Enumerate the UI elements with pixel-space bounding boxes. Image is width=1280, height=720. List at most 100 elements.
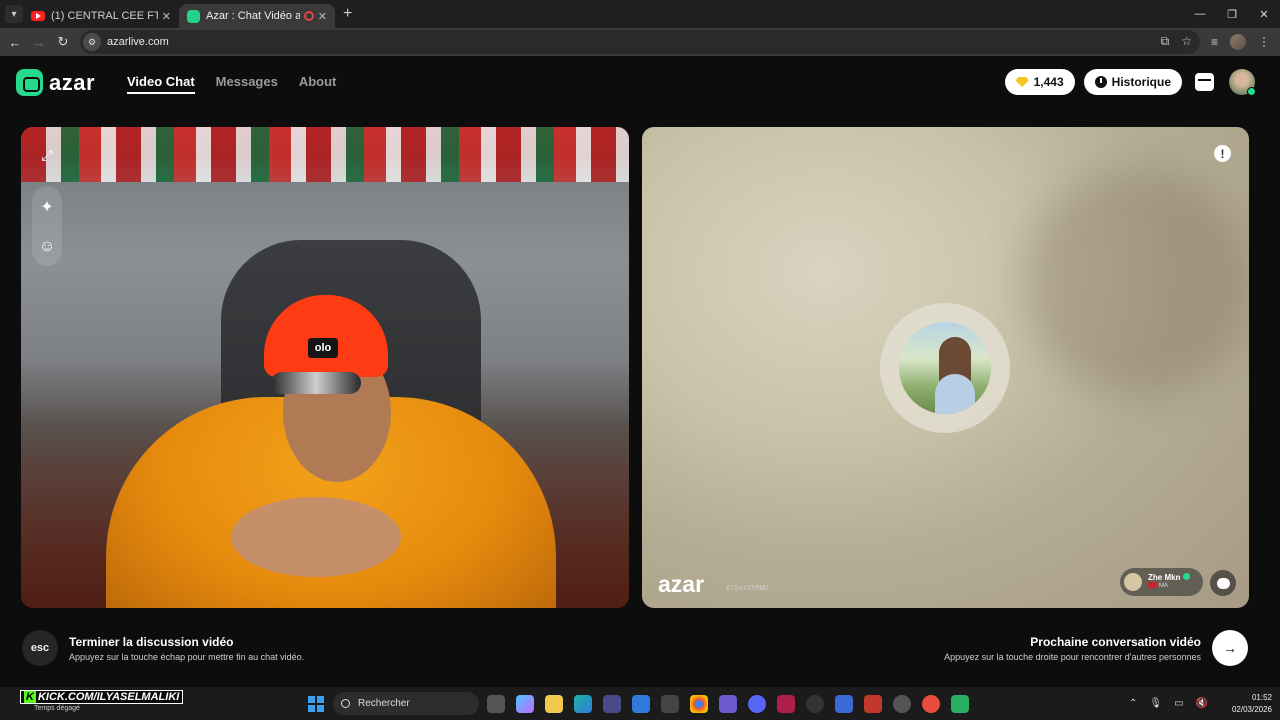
local-video-panel: olo ⤢ ✦ ☺ xyxy=(21,127,629,608)
store-app-icon[interactable] xyxy=(603,695,621,713)
effects-toolbar: ✦ ☺ xyxy=(32,186,62,266)
forward-icon[interactable]: → xyxy=(27,35,51,50)
nav-video-chat[interactable]: Video Chat xyxy=(127,74,195,94)
person-hands xyxy=(231,497,401,577)
task-view-icon[interactable] xyxy=(487,695,505,713)
beanie-tag: olo xyxy=(308,338,338,358)
monitor-icon[interactable]: ▭ xyxy=(1174,698,1183,709)
magic-wand-icon[interactable]: ✦ xyxy=(40,197,53,217)
search-placeholder: Rechercher xyxy=(358,698,410,709)
url-box[interactable]: ⚙ azarlive.com ⧉ ☆ xyxy=(80,30,1200,54)
weather-text[interactable]: Temps dégagé xyxy=(34,705,80,712)
youtube-favicon-icon xyxy=(31,11,45,21)
tray-expand-icon[interactable]: ⌃ xyxy=(1129,698,1137,709)
peer-chip-avatar xyxy=(1124,573,1142,591)
taskbar-search[interactable]: Rechercher xyxy=(333,692,479,715)
history-button[interactable]: Historique xyxy=(1083,69,1182,95)
gems-count: 1,443 xyxy=(1033,75,1064,89)
azar-watermark: azar xyxy=(658,571,705,597)
chrome-icon[interactable] xyxy=(690,695,708,713)
local-video-tools: ⤢ ✦ ☺ xyxy=(32,140,62,266)
edge-icon[interactable] xyxy=(574,695,592,713)
obs-icon[interactable] xyxy=(806,695,824,713)
vpn-icon[interactable] xyxy=(835,695,853,713)
peer-info-chip[interactable]: Zhe Mkn MA xyxy=(1120,568,1203,596)
file-explorer-icon[interactable] xyxy=(545,695,563,713)
tab-youtube[interactable]: (1) CENTRAL CEE FT. LIL BABY - ✕ xyxy=(23,4,179,28)
main-nav: Video Chat Messages About xyxy=(127,74,336,94)
url-text: azarlive.com xyxy=(107,36,169,48)
app-red-icon[interactable] xyxy=(864,695,882,713)
nav-about[interactable]: About xyxy=(299,74,337,94)
tab-title: Azar : Chat Vidéo avec de n xyxy=(206,10,300,22)
peer-country: MA xyxy=(1159,583,1168,589)
app-grey-icon[interactable] xyxy=(893,695,911,713)
next-chat-button[interactable]: → xyxy=(1212,630,1248,666)
install-app-icon[interactable]: ⧉ xyxy=(1161,34,1170,49)
session-id: 675az2tRWU xyxy=(726,584,769,592)
verified-badge-icon xyxy=(1183,573,1191,580)
face-filter-icon[interactable]: ☺ xyxy=(39,238,55,256)
nav-messages[interactable]: Messages xyxy=(216,74,278,94)
next-chat-subtitle: Appuyez sur la touche droite pour rencon… xyxy=(944,652,1201,662)
recording-icon xyxy=(303,11,314,21)
clock-icon xyxy=(1094,76,1107,88)
avatar-dress xyxy=(935,374,975,414)
user-avatar[interactable] xyxy=(1229,69,1256,96)
azar-logo-icon xyxy=(16,69,43,96)
site-info-icon[interactable]: ⚙ xyxy=(83,33,101,51)
profile-avatar[interactable] xyxy=(1230,34,1246,50)
address-bar: ← → ↻ ⚙ azarlive.com ⧉ ☆ ≡ ⋮ xyxy=(0,28,1280,56)
gem-icon xyxy=(1015,77,1029,87)
search-icon xyxy=(341,699,350,708)
maximize-button[interactable]: ❐ xyxy=(1216,0,1248,28)
windows-taskbar: K KICK.COM/ILYASELMALIKI Temps dégagé Re… xyxy=(0,687,1280,720)
store-icon[interactable] xyxy=(1195,73,1214,91)
end-chat-subtitle: Appuyez sur la touche échap pour mettre … xyxy=(69,652,305,662)
volume-icon[interactable]: 🔇 xyxy=(1196,698,1208,709)
app-green-icon[interactable] xyxy=(951,695,969,713)
peer-chip-text: Zhe Mkn MA xyxy=(1148,573,1191,591)
person-sunglasses xyxy=(271,372,361,394)
kick-url: KICK.COM/ILYASELMALIKI xyxy=(37,691,180,703)
chat-bubble-icon[interactable] xyxy=(1210,570,1236,596)
report-icon[interactable]: ! xyxy=(1214,145,1231,162)
end-chat-title: Terminer la discussion vidéo xyxy=(69,635,234,649)
tab-search-button[interactable]: ▾ xyxy=(5,5,23,23)
reload-icon[interactable]: ↻ xyxy=(51,34,75,50)
new-tab-button[interactable]: + xyxy=(343,5,352,23)
taskbar-apps xyxy=(487,695,969,713)
window-controls: — ❐ ✕ xyxy=(1184,0,1280,28)
close-window-button[interactable]: ✕ xyxy=(1248,0,1280,28)
azar-favicon-icon xyxy=(187,9,200,23)
outlook-icon[interactable] xyxy=(632,695,650,713)
end-chat-hint: Terminer la discussion vidéo Appuyez sur… xyxy=(69,635,304,662)
blurred-background xyxy=(1022,167,1249,397)
windows-start-icon[interactable] xyxy=(308,696,324,712)
gems-button[interactable]: 1,443 xyxy=(1004,69,1075,95)
bookmark-star-icon[interactable]: ☆ xyxy=(1181,34,1192,49)
microphone-icon[interactable]: 🎙 xyxy=(1149,698,1162,709)
tab-close-icon[interactable]: ✕ xyxy=(162,10,171,23)
discord-icon[interactable] xyxy=(748,695,766,713)
reading-list-icon[interactable]: ≡ xyxy=(1211,35,1218,49)
tab-title: (1) CENTRAL CEE FT. LIL BABY - xyxy=(51,10,158,22)
azar-logo[interactable]: azar xyxy=(16,69,95,96)
esc-button[interactable]: esc xyxy=(22,630,58,666)
system-clock[interactable]: 01:52 02/03/2026 xyxy=(1232,692,1272,716)
adobe-icon[interactable] xyxy=(777,695,795,713)
minimize-button[interactable]: — xyxy=(1184,0,1216,28)
app-notify-icon[interactable] xyxy=(922,695,940,713)
header-actions: 1,443 Historique xyxy=(1004,69,1256,96)
game-icon[interactable] xyxy=(719,695,737,713)
tab-close-icon[interactable]: ✕ xyxy=(318,10,327,23)
tab-azar[interactable]: Azar : Chat Vidéo avec de n ✕ xyxy=(179,4,335,28)
peer-name: Zhe Mkn xyxy=(1148,573,1181,582)
peer-avatar-ring xyxy=(880,303,1010,433)
expand-icon[interactable]: ⤢ xyxy=(32,140,62,170)
app-icon[interactable] xyxy=(661,695,679,713)
copilot-icon[interactable] xyxy=(516,695,534,713)
back-icon[interactable]: ← xyxy=(3,35,27,50)
clock-date: 02/03/2026 xyxy=(1231,705,1272,714)
menu-dots-icon[interactable]: ⋮ xyxy=(1258,35,1270,49)
